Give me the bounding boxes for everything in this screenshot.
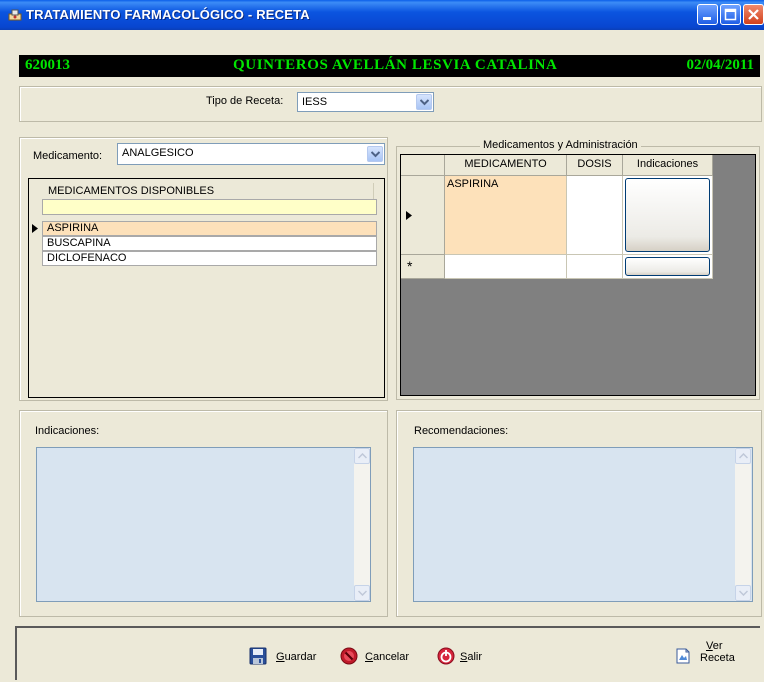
- new-row-header[interactable]: *: [401, 255, 445, 279]
- main-window: TRATAMIENTO FARMACOLÓGICO - RECETA 62001…: [0, 0, 764, 682]
- new-cell-indicaciones: [623, 255, 713, 279]
- close-button[interactable]: [743, 4, 764, 25]
- scroll-up-icon[interactable]: [354, 448, 370, 464]
- cell-text: ASPIRINA: [447, 178, 499, 190]
- tipo-receta-label: Tipo de Receta:: [206, 95, 284, 107]
- ver-receta-line2: Receta: [700, 652, 735, 664]
- column-header-label: DOSIS: [577, 158, 612, 170]
- cancelar-mnemonic: C: [365, 651, 373, 663]
- table-row[interactable]: DICLOFENACO: [42, 251, 377, 266]
- salir-label: Salir: [460, 651, 482, 663]
- row-header[interactable]: [401, 176, 445, 255]
- document-icon: [676, 648, 690, 664]
- column-header-medicamento[interactable]: MEDICAMENTO: [445, 155, 567, 176]
- column-header-label: MEDICAMENTO: [464, 158, 547, 170]
- patient-name: QUINTEROS AVELLÁN LESVIA CATALINA: [233, 57, 558, 73]
- recomendaciones-textarea[interactable]: [413, 447, 753, 602]
- window-title: TRATAMIENTO FARMACOLÓGICO - RECETA: [26, 7, 310, 22]
- chevron-down-icon[interactable]: [416, 94, 432, 110]
- column-header-dosis[interactable]: DOSIS: [567, 155, 623, 176]
- grid-corner-header[interactable]: [401, 155, 445, 176]
- ver-label-rest: er: [712, 640, 723, 652]
- tipo-receta-value: IESS: [302, 96, 328, 108]
- row-label: BUSCAPINA: [47, 237, 111, 249]
- disponibles-filter-input[interactable]: [42, 199, 377, 215]
- column-header-label: Indicaciones: [636, 158, 699, 170]
- table-row[interactable]: BUSCAPINA: [42, 236, 377, 251]
- minimize-button[interactable]: [697, 4, 718, 25]
- new-cell-dosis[interactable]: [567, 255, 623, 279]
- medicamentos-disponibles-grid[interactable]: MEDICAMENTOS DISPONIBLES ASPIRINA BUSCAP…: [28, 178, 385, 398]
- medicamento-label: Medicamento:: [33, 150, 103, 162]
- column-header-indicaciones[interactable]: Indicaciones: [623, 155, 713, 176]
- cancel-icon: [340, 647, 358, 665]
- recomendaciones-label: Recomendaciones:: [414, 425, 509, 437]
- app-icon[interactable]: [8, 8, 22, 22]
- guardar-label-rest: uardar: [284, 651, 317, 663]
- indicaciones-textarea[interactable]: [36, 447, 371, 602]
- table-row[interactable]: ASPIRINA: [32, 221, 377, 236]
- scroll-down-icon[interactable]: [354, 585, 370, 601]
- administracion-grid[interactable]: MEDICAMENTO DOSIS Indicaciones ASPIRINA …: [400, 154, 756, 396]
- scroll-down-icon[interactable]: [735, 585, 751, 601]
- salir-button[interactable]: Salir: [437, 647, 497, 667]
- cancelar-label-rest: ancelar: [372, 651, 410, 663]
- ver-receta-line1: Ver: [706, 640, 723, 652]
- medicamento-select[interactable]: ANALGESICO: [117, 143, 385, 165]
- guardar-label: Guardar: [276, 651, 316, 663]
- salir-label-rest: alir: [467, 651, 483, 663]
- scroll-up-icon[interactable]: [735, 448, 751, 464]
- ver-receta-button[interactable]: Ver Receta: [675, 640, 745, 672]
- cell-indicaciones: [623, 176, 713, 255]
- disponibles-header[interactable]: MEDICAMENTOS DISPONIBLES: [42, 183, 374, 200]
- ver-mnemonic: V: [706, 640, 713, 652]
- cancelar-button[interactable]: Cancelar: [340, 647, 420, 667]
- guardar-button[interactable]: Guardar: [249, 647, 324, 667]
- indicaciones-scrollbar[interactable]: [354, 448, 370, 601]
- row-label: DICLOFENACO: [47, 252, 127, 264]
- save-icon: [249, 647, 267, 665]
- maximize-button[interactable]: [720, 4, 741, 25]
- guardar-mnemonic: G: [276, 651, 285, 663]
- cell-medicamento[interactable]: ASPIRINA: [445, 176, 567, 255]
- administracion-legend: Medicamentos y Administración: [480, 139, 641, 151]
- tipo-receta-select[interactable]: IESS: [297, 92, 434, 112]
- exit-icon: [437, 647, 455, 665]
- patient-date: 02/04/2011: [686, 57, 754, 73]
- medicamento-value: ANALGESICO: [122, 147, 194, 159]
- row-pointer-icon: [32, 224, 38, 233]
- title-bar[interactable]: TRATAMIENTO FARMACOLÓGICO - RECETA: [0, 0, 764, 30]
- cell-dosis[interactable]: [567, 176, 623, 255]
- new-cell-medicamento[interactable]: [445, 255, 567, 279]
- row-label: ASPIRINA: [47, 222, 99, 234]
- row-pointer-icon: [406, 211, 412, 220]
- indicaciones-label: Indicaciones:: [35, 425, 100, 437]
- new-row-marker: *: [407, 258, 413, 274]
- patient-header: 620013 QUINTEROS AVELLÁN LESVIA CATALINA…: [19, 55, 760, 77]
- cancelar-label: Cancelar: [365, 651, 409, 663]
- patient-id: 620013: [25, 57, 70, 73]
- disponibles-header-label: MEDICAMENTOS DISPONIBLES: [48, 185, 215, 197]
- recomendaciones-scrollbar[interactable]: [735, 448, 751, 601]
- new-indicaciones-button[interactable]: [625, 257, 710, 276]
- indicaciones-cell-button[interactable]: [625, 178, 710, 252]
- chevron-down-icon[interactable]: [367, 146, 383, 162]
